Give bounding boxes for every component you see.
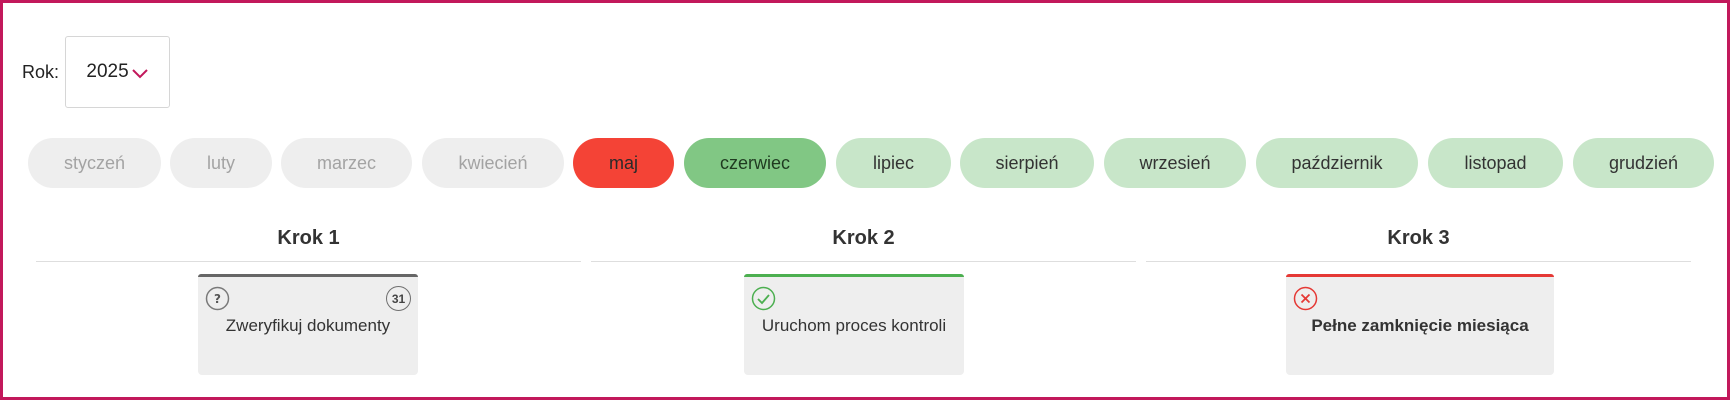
month-label: maj [608, 152, 638, 173]
card-accent-bar [1286, 274, 1554, 277]
month-label: czerwiec [719, 152, 790, 173]
check-icon [751, 286, 776, 311]
month-pill-kwiecien[interactable]: kwiecień [422, 138, 564, 188]
year-value: 2025 [86, 61, 129, 82]
month-label: marzec [316, 152, 376, 173]
month-pill-maj[interactable]: maj [573, 138, 674, 188]
month-label: październik [1291, 152, 1383, 173]
month-label: kwiecień [458, 152, 528, 173]
month-pill-sierpien[interactable]: sierpień [960, 138, 1094, 188]
month-pill-czerwiec[interactable]: czerwiec [684, 138, 826, 188]
task-card-run-control[interactable]: Uruchom proces kontroli [744, 274, 964, 375]
month-pill-listopad[interactable]: listopad [1428, 138, 1563, 188]
step-divider [591, 261, 1136, 262]
count-badge: 31 [386, 286, 411, 311]
month-label: listopad [1464, 152, 1527, 173]
month-label: sierpień [995, 152, 1059, 173]
year-label: Rok: [22, 61, 60, 82]
month-pill-styczen[interactable]: styczeń [28, 138, 161, 188]
step-column-2: Krok 2 [591, 223, 1136, 262]
card-accent-bar [744, 274, 964, 277]
task-card-month-close[interactable]: Pełne zamknięcie miesiąca [1286, 274, 1554, 375]
app-frame: Rok: 2025 styczeń luty marzec kwiecień m… [0, 0, 1730, 400]
month-pill-luty[interactable]: luty [170, 138, 272, 188]
month-pill-grudzien[interactable]: grudzień [1573, 138, 1714, 188]
month-label: styczeń [63, 152, 126, 173]
step-title: Krok 2 [832, 227, 895, 249]
card-text: Zweryfikuj dokumenty [225, 316, 391, 335]
month-label: wrzesień [1139, 152, 1211, 173]
question-icon: ? [205, 286, 230, 311]
chevron-down-icon [131, 69, 148, 79]
card-text: Uruchom proces kontroli [761, 316, 947, 335]
card-text: Pełne zamknięcie miesiąca [1311, 316, 1529, 335]
month-selector: styczeń luty marzec kwiecień maj czerwie… [28, 138, 1714, 188]
month-label: grudzień [1608, 152, 1679, 173]
month-pill-lipiec[interactable]: lipiec [836, 138, 951, 188]
svg-text:?: ? [214, 292, 221, 306]
month-label: luty [206, 152, 235, 173]
step-title: Krok 3 [1387, 227, 1450, 249]
month-pill-marzec[interactable]: marzec [281, 138, 412, 188]
month-pill-wrzesien[interactable]: wrzesień [1104, 138, 1246, 188]
year-selector-row: Rok: 2025 [22, 36, 171, 108]
month-label: lipiec [872, 152, 915, 173]
month-pill-pazdziernik[interactable]: październik [1256, 138, 1418, 188]
step-title: Krok 1 [277, 227, 340, 249]
step-column-1: Krok 1 [36, 223, 581, 262]
step-divider [1146, 261, 1691, 262]
cross-icon [1293, 286, 1318, 311]
step-column-3: Krok 3 [1146, 223, 1691, 262]
card-accent-bar [198, 274, 418, 277]
year-select[interactable]: 2025 [65, 36, 171, 108]
step-divider [36, 261, 581, 262]
task-card-verify-documents[interactable]: ? 31 Zweryfikuj dokumenty [198, 274, 418, 375]
